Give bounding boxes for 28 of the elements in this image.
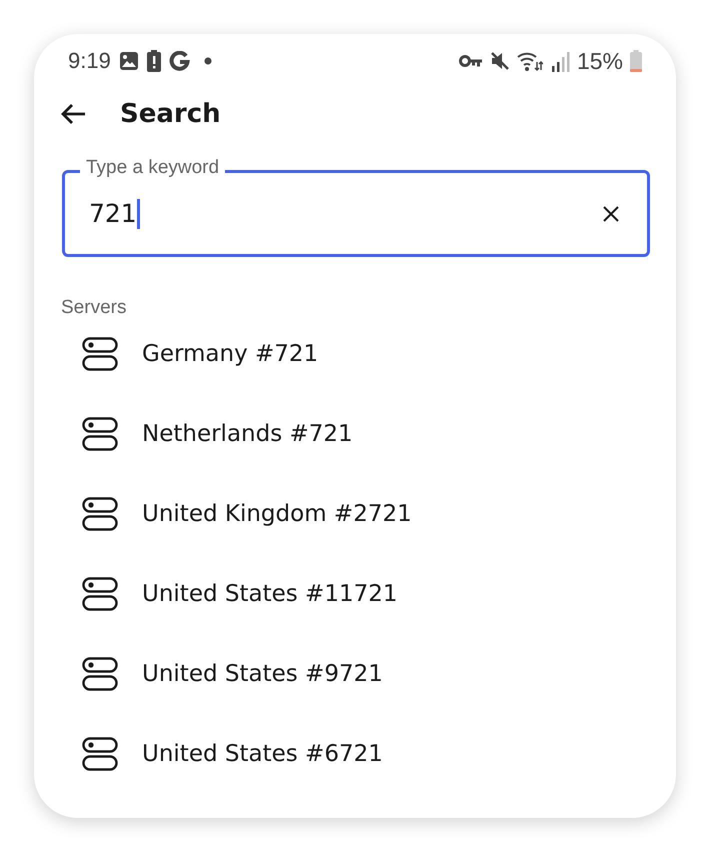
server-item[interactable]: United States #11721 xyxy=(61,554,676,634)
dot-icon xyxy=(204,57,212,66)
battery-percent: 15% xyxy=(576,48,623,75)
server-icon xyxy=(82,577,118,611)
server-icon xyxy=(82,737,118,771)
server-item[interactable]: Netherlands #721 xyxy=(61,394,676,474)
wifi-icon xyxy=(516,50,543,72)
key-icon xyxy=(458,54,483,68)
mute-icon xyxy=(490,51,510,72)
server-icon xyxy=(82,417,118,451)
back-button[interactable] xyxy=(60,103,86,126)
server-item[interactable]: United States #6721 xyxy=(61,714,676,794)
back-arrow-icon xyxy=(60,103,86,126)
time: 9:19 xyxy=(68,48,111,74)
server-icon xyxy=(82,497,118,531)
battery-low-icon xyxy=(630,50,642,72)
image-icon xyxy=(118,51,139,72)
page-title: Search xyxy=(120,99,221,130)
signal-icon xyxy=(550,50,570,72)
server-item[interactable]: United States #9721 xyxy=(61,634,676,714)
server-icon xyxy=(82,657,118,691)
server-icon xyxy=(82,337,118,371)
g-logo-icon xyxy=(168,50,190,72)
server-item[interactable]: United Kingdom #2721 xyxy=(61,474,676,554)
search-input[interactable]: 721 xyxy=(89,199,137,228)
field-label: Type a keyword xyxy=(80,157,226,179)
close-icon xyxy=(603,206,619,222)
battery-alert-icon xyxy=(146,50,161,72)
